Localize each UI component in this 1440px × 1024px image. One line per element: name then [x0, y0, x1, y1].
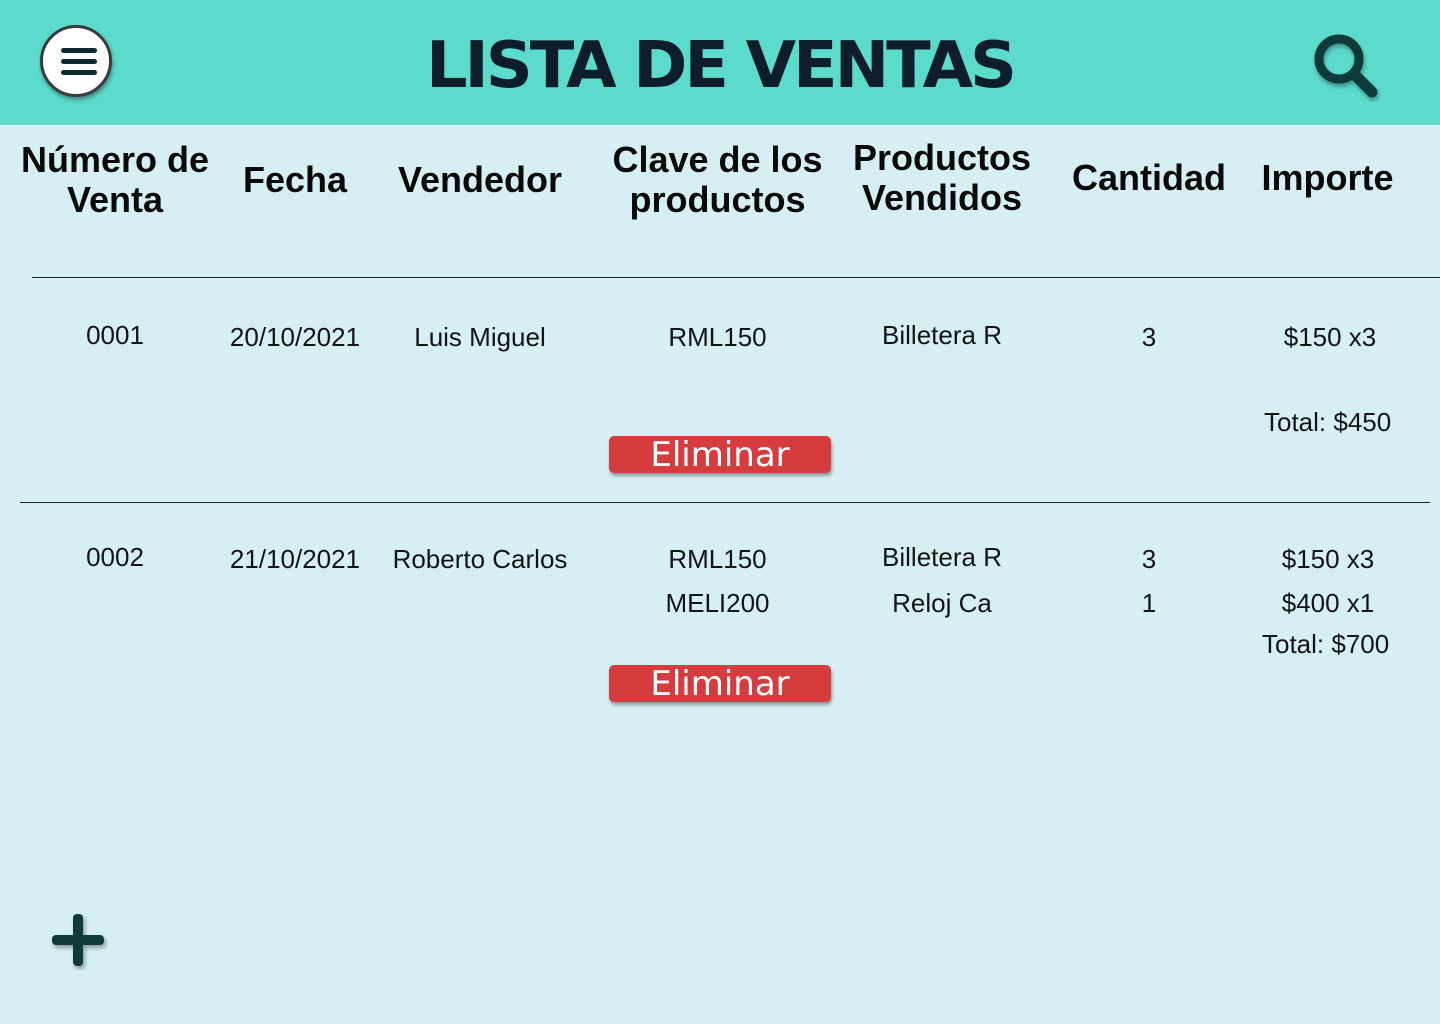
page-title: LISTA DE VENTAS [426, 29, 1017, 103]
column-header-fecha: Fecha [242, 159, 348, 200]
product-quantity: 3 [1141, 544, 1157, 574]
column-header-productos: Productos Vendidos [852, 137, 1031, 218]
row-divider [20, 502, 1430, 503]
product-key: RML150 [668, 322, 767, 352]
add-sale-button[interactable] [50, 912, 108, 970]
sale-number: 0001 [86, 320, 144, 350]
product-key: RML150 [668, 544, 767, 574]
product-name: Billetera R [882, 320, 1002, 350]
column-header-importe: Importe [1261, 157, 1394, 198]
sale-date: 21/10/2021 [229, 544, 361, 574]
column-header-vendedor: Vendedor [397, 159, 563, 200]
header-divider [32, 277, 1440, 278]
product-key: MELI200 [665, 588, 770, 618]
sale-number: 0002 [86, 542, 144, 572]
delete-sale-button[interactable]: Eliminar [609, 665, 831, 703]
search-icon [1314, 34, 1378, 98]
product-amount: $150 x3 [1283, 322, 1377, 352]
search-button[interactable] [1310, 30, 1382, 102]
product-quantity: 3 [1141, 322, 1157, 352]
sale-date: 20/10/2021 [229, 322, 361, 352]
sale-total: Total: $700 [1262, 629, 1390, 659]
product-amount: $150 x3 [1281, 544, 1375, 574]
app-header: LISTA DE VENTAS [0, 0, 1440, 125]
column-header-cantidad: Cantidad [1071, 157, 1226, 198]
column-header-numero: Número de Venta [20, 139, 210, 220]
product-amount: $400 x1 [1281, 588, 1375, 618]
delete-sale-button[interactable]: Eliminar [609, 436, 831, 474]
product-quantity: 1 [1141, 588, 1157, 618]
column-header-clave: Clave de los productos [612, 139, 823, 220]
seller-name: Luis Miguel [414, 322, 546, 352]
seller-name: Roberto Carlos [392, 544, 568, 574]
plus-icon [52, 914, 104, 966]
product-name: Reloj Ca [892, 588, 992, 618]
product-name: Billetera R [882, 542, 1002, 572]
sale-total: Total: $450 [1264, 407, 1392, 437]
